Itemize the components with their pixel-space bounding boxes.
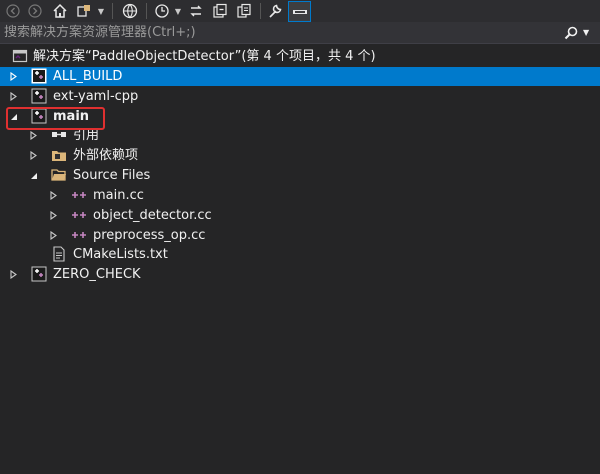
solution-node[interactable]: 解决方案“PaddleObjectDetector”(第 4 个项目，共 4 个… — [0, 47, 600, 66]
forward-button[interactable] — [26, 2, 44, 20]
expand-arrow-icon[interactable] — [49, 226, 58, 245]
tree-item-all-build[interactable]: ALL_BUILD — [0, 67, 600, 86]
tree-item-label: object_detector.cc — [93, 208, 212, 223]
back-button[interactable] — [4, 2, 22, 20]
toolbar-separator — [260, 3, 261, 19]
back-arrow-icon — [6, 4, 20, 18]
expand-arrow-icon[interactable] — [9, 265, 18, 284]
collapse-all-button[interactable] — [210, 2, 230, 20]
collapse-all-icon — [213, 3, 227, 18]
collapse-arrow-icon[interactable] — [29, 166, 38, 185]
expand-arrow-icon[interactable] — [49, 186, 58, 205]
preview-selected-items-button[interactable] — [288, 1, 311, 22]
tree-item-source-files[interactable]: Source Files — [0, 166, 600, 185]
folder-open-icon — [51, 169, 66, 181]
tree-item-external-dependencies[interactable]: 外部依赖项 — [0, 146, 600, 165]
copy-pages-icon — [237, 3, 251, 18]
home-icon — [53, 3, 67, 18]
expand-arrow-icon[interactable] — [9, 67, 18, 86]
tree-item-zero-check[interactable]: ZERO_CHECK — [0, 265, 600, 284]
preview-icon — [292, 9, 307, 14]
search-input[interactable] — [0, 22, 564, 43]
home-button[interactable] — [50, 2, 70, 20]
tree-item-object-detector-cc[interactable]: object_detector.cc — [0, 206, 600, 225]
clock-icon — [155, 4, 169, 18]
tree-item-ext-yaml-cpp[interactable]: ext-yaml-cpp — [0, 87, 600, 106]
cmake-project-icon — [31, 266, 47, 282]
globe-icon — [122, 3, 138, 19]
toolbar-separator — [146, 3, 147, 19]
expand-arrow-icon[interactable] — [29, 146, 38, 165]
sync-button[interactable] — [186, 2, 206, 20]
text-file-icon — [53, 246, 65, 262]
expand-arrow-icon[interactable] — [49, 206, 58, 225]
switch-views-icon — [77, 5, 90, 17]
solution-label: 解决方案“PaddleObjectDetector”(第 4 个项目，共 4 个… — [33, 49, 376, 64]
external-dependencies-icon — [52, 151, 66, 161]
toolbar-separator — [112, 3, 113, 19]
pending-changes-filter-button[interactable] — [152, 2, 172, 20]
cpp-file-icon — [72, 232, 86, 238]
tree-item-label: main.cc — [93, 188, 144, 203]
tree-item-label: Source Files — [73, 168, 151, 183]
switch-views-button[interactable] — [74, 2, 94, 20]
tree-item-label: preprocess_op.cc — [93, 228, 206, 243]
highlight-annotation-box — [6, 107, 105, 130]
tree-item-label: CMakeLists.txt — [73, 247, 168, 262]
cmake-project-icon — [31, 88, 47, 104]
switch-views-dropdown[interactable]: ▼ — [96, 2, 106, 20]
cmake-project-icon — [31, 68, 47, 84]
tree-item-label: ZERO_CHECK — [53, 267, 141, 282]
search-icon — [564, 26, 578, 39]
cpp-file-icon — [72, 212, 86, 218]
search-bar: ▼ — [0, 22, 600, 44]
filter-dropdown[interactable]: ▼ — [173, 2, 183, 20]
sync-arrows-icon — [190, 5, 202, 17]
forward-arrow-icon — [28, 4, 42, 18]
tree-item-label: 外部依赖项 — [73, 148, 139, 163]
tree-item-cmakelists[interactable]: CMakeLists.txt — [0, 245, 600, 264]
properties-button[interactable] — [265, 2, 285, 20]
tree-item-main-cc[interactable]: main.cc — [0, 186, 600, 205]
show-all-files-button-2[interactable] — [234, 2, 254, 20]
expand-arrow-icon[interactable] — [9, 87, 18, 106]
chevron-down-icon: ▼ — [174, 6, 182, 16]
chevron-down-icon: ▼ — [97, 6, 105, 16]
solution-icon — [12, 49, 28, 63]
solution-explorer-toolbar: ▼ ▼ — [0, 0, 600, 22]
chevron-down-icon: ▼ — [583, 28, 590, 37]
tree-item-label: ext-yaml-cpp — [53, 89, 139, 104]
show-all-files-button[interactable] — [120, 2, 140, 20]
cpp-file-icon — [72, 192, 86, 198]
search-button[interactable]: ▼ — [560, 22, 600, 43]
tree-item-label: ALL_BUILD — [53, 69, 123, 84]
tree-item-preprocess-op-cc[interactable]: preprocess_op.cc — [0, 226, 600, 245]
wrench-icon — [269, 4, 282, 18]
